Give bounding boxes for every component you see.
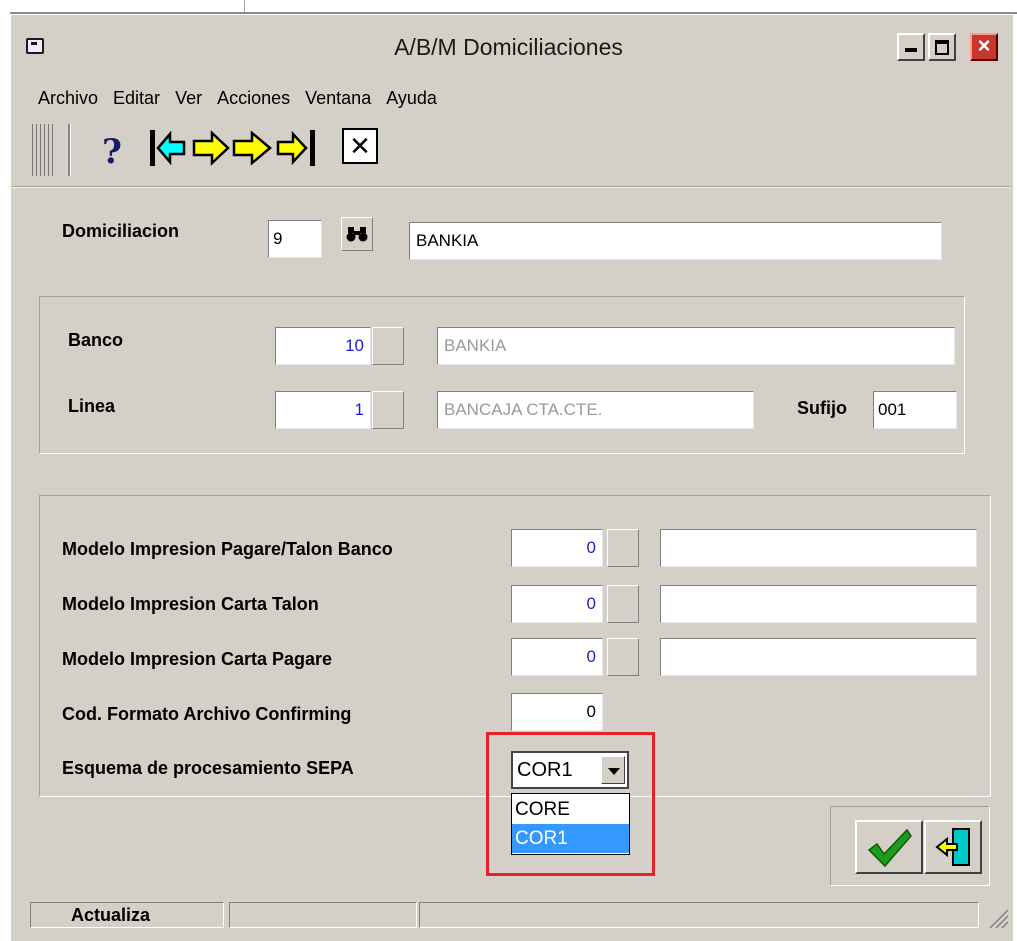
banco-label: Banco [68, 330, 124, 350]
exit-button[interactable] [924, 820, 982, 874]
modelo-pagare-talon-field[interactable]: 0 [511, 529, 603, 567]
banco-lookup-button[interactable] [372, 327, 404, 365]
help-icon[interactable]: ? [92, 132, 132, 172]
status-pane-2 [229, 902, 417, 928]
linea-lookup-button[interactable] [372, 391, 404, 429]
sufijo-field[interactable]: 001 [873, 391, 957, 429]
accept-button[interactable] [855, 820, 923, 874]
domiciliacion-name-field[interactable]: BANKIA [409, 222, 942, 260]
exit-door-icon [935, 828, 970, 866]
menu-archivo[interactable]: Archivo [38, 88, 98, 114]
toolbar-divider [12, 186, 1011, 188]
maximize-icon [935, 40, 949, 55]
close-button[interactable]: × [970, 33, 998, 61]
modelo-pagare-talon-desc-field[interactable] [660, 529, 977, 567]
linea-code-field[interactable]: 1 [275, 391, 371, 429]
banco-code-field[interactable]: 10 [275, 327, 371, 365]
modelo-carta-talon-desc-field[interactable] [660, 585, 977, 623]
close-icon: × [977, 33, 991, 58]
sufijo-label: Sufijo [797, 398, 847, 418]
window-title: A/B/M Domiciliaciones [394, 34, 623, 60]
binoculars-icon [346, 227, 368, 242]
modelo-carta-pagare-field[interactable]: 0 [511, 638, 603, 676]
banco-frame [39, 296, 965, 454]
linea-label: Linea [68, 396, 116, 416]
previous-record-icon[interactable] [192, 126, 230, 170]
modelo-pagare-talon-lookup-button[interactable] [607, 529, 639, 567]
minimize-icon [905, 48, 917, 52]
background-divider [244, 0, 245, 12]
modelo-carta-talon-label: Modelo Impresion Carta Talon [62, 594, 319, 614]
status-pane-action: Actualiza [30, 902, 224, 928]
banco-name-field: BANKIA [437, 327, 955, 365]
toolbar-grip[interactable] [32, 124, 62, 176]
modelo-carta-pagare-desc-field[interactable] [660, 638, 977, 676]
confirming-format-field[interactable]: 0 [511, 693, 603, 731]
toolbar-separator [68, 124, 71, 176]
delete-record-icon[interactable]: ✕ [342, 128, 378, 164]
resize-grip-icon[interactable] [986, 906, 1010, 930]
menu-editar[interactable]: Editar [113, 88, 160, 114]
first-record-icon[interactable] [148, 126, 188, 170]
modelo-carta-pagare-label: Modelo Impresion Carta Pagare [62, 649, 333, 669]
modelo-carta-talon-lookup-button[interactable] [607, 585, 639, 623]
linea-name-field: BANCAJA CTA.CTE. [437, 391, 754, 429]
highlight-annotation-box [486, 732, 655, 876]
modelo-carta-pagare-lookup-button[interactable] [607, 638, 639, 676]
menu-ver[interactable]: Ver [175, 88, 202, 114]
status-pane-3 [419, 902, 979, 928]
menu-ayuda[interactable]: Ayuda [386, 88, 437, 114]
menu-acciones[interactable]: Acciones [217, 88, 290, 114]
confirming-format-label: Cod. Formato Archivo Confirming [62, 704, 352, 724]
modelo-carta-talon-field[interactable]: 0 [511, 585, 603, 623]
checkmark-icon [867, 828, 912, 868]
sepa-scheme-label: Esquema de procesamiento SEPA [62, 758, 354, 778]
next-record-icon[interactable] [232, 126, 272, 170]
minimize-button[interactable] [897, 33, 925, 61]
menu-ventana[interactable]: Ventana [305, 88, 371, 114]
maximize-button[interactable] [928, 33, 956, 61]
modelo-pagare-talon-label: Modelo Impresion Pagare/Talon Banco [62, 539, 393, 559]
menu-bar: Archivo Editar Ver Acciones Ventana Ayud… [38, 88, 452, 114]
domiciliacion-code-field[interactable]: 9 [268, 220, 322, 258]
background-strip [0, 0, 1017, 14]
last-record-icon[interactable] [276, 126, 320, 170]
search-binoculars-button[interactable] [341, 217, 373, 251]
domiciliacion-label: Domiciliacion [62, 221, 180, 241]
